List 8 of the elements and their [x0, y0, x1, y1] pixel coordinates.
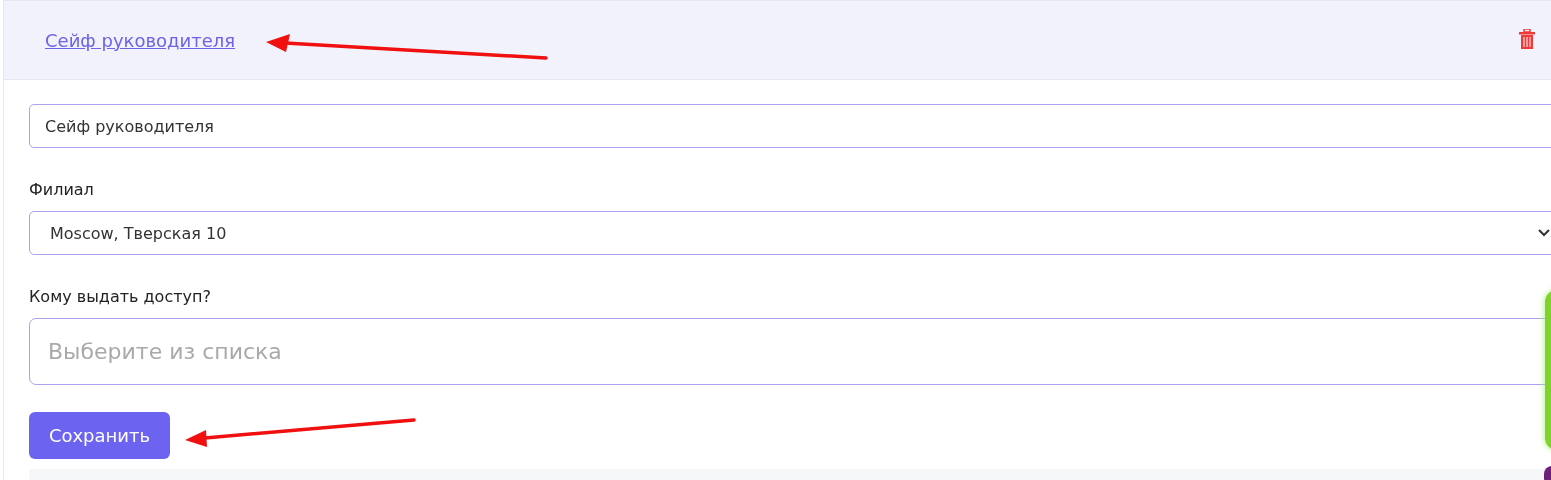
title-link[interactable]: Сейф руководителя — [45, 29, 236, 51]
branch-select[interactable]: Moscow, Тверская 10 — [29, 211, 1551, 255]
save-button[interactable]: Сохранить — [29, 412, 170, 459]
trash-icon[interactable] — [1519, 29, 1535, 49]
field-label: Кому выдать доступ? — [29, 287, 212, 306]
name-field[interactable]: Сейф руководителя — [29, 104, 1551, 148]
chevron-down-icon — [1538, 229, 1550, 237]
field-label: Филиал — [29, 180, 95, 199]
